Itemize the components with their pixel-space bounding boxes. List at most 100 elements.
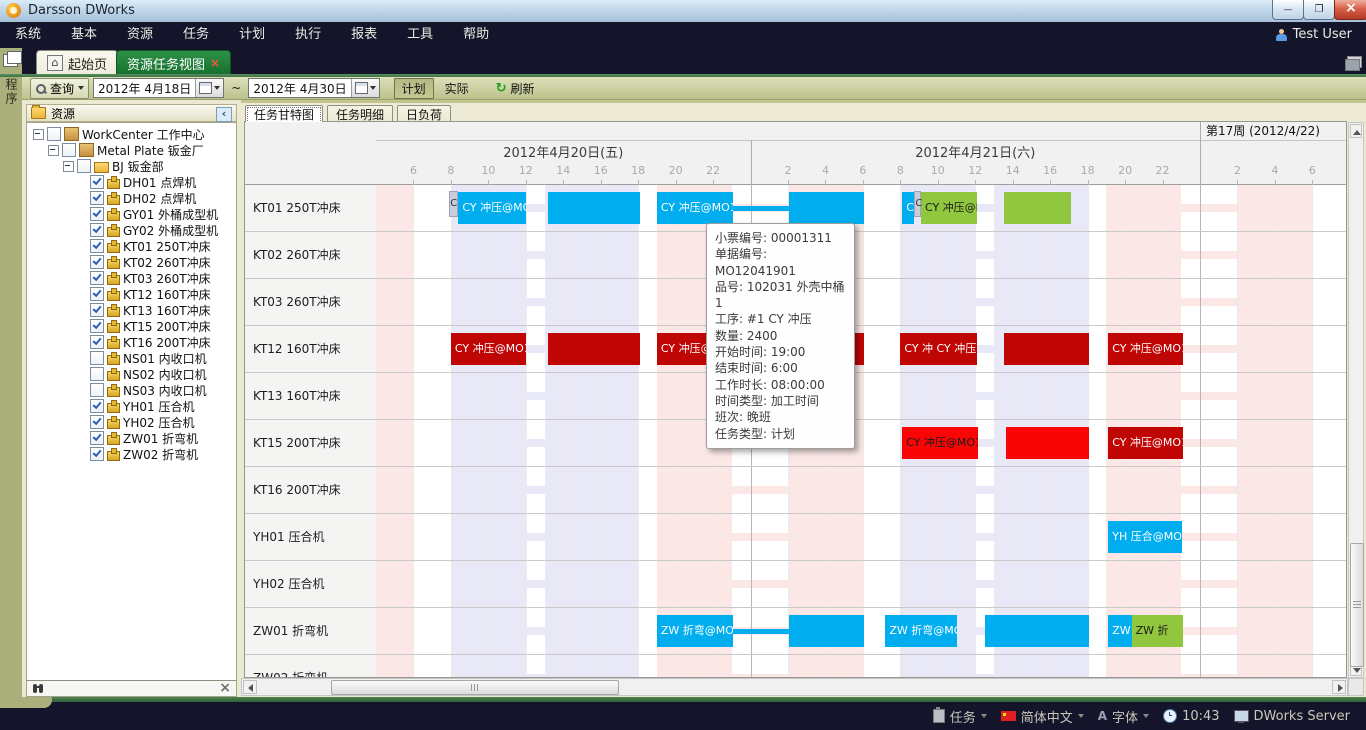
task-bar[interactable]: CY 冲压@MO1 (1108, 333, 1183, 365)
window-list-icon[interactable] (1347, 56, 1362, 68)
tree-expander-icon[interactable] (48, 145, 59, 156)
tree-checkbox[interactable] (90, 399, 104, 413)
chevron-down-icon[interactable] (1078, 714, 1084, 718)
task-bar[interactable]: CY 冲 CY 冲压@MO12041904 (900, 333, 977, 365)
pages-icon[interactable] (3, 54, 18, 67)
query-dropdown-icon[interactable] (78, 86, 84, 90)
tree-item[interactable]: NS02 内收口机 (27, 366, 236, 382)
tree-item[interactable]: KT15 200T冲床 (27, 318, 236, 334)
tree-checkbox[interactable] (90, 319, 104, 333)
status-item-4[interactable]: 10:43 (1163, 709, 1219, 724)
vertical-scroll-thumb[interactable] (1350, 543, 1364, 667)
task-bar[interactable]: YH 压合@MO1 (1108, 521, 1182, 553)
task-bar[interactable] (1004, 333, 1089, 365)
tree-checkbox[interactable] (62, 143, 76, 157)
menu-item-9[interactable]: 帮助 (448, 22, 504, 48)
task-bar[interactable]: ZW (1108, 615, 1131, 647)
date-to-field[interactable]: 2012年 4月30日 (248, 78, 379, 98)
tree-checkbox[interactable] (90, 287, 104, 301)
tree-item[interactable]: WorkCenter 工作中心 (27, 126, 236, 142)
status-item-5[interactable]: DWorks Server (1234, 709, 1350, 724)
task-bar[interactable]: CY 冲压@MO12041902 (921, 192, 977, 224)
tree-item[interactable]: KT03 260T冲床 (27, 270, 236, 286)
chevron-down-icon[interactable] (981, 714, 987, 718)
tab-close-icon[interactable] (210, 56, 220, 70)
task-bar[interactable] (985, 615, 1090, 647)
plan-toggle-button[interactable]: 计划 (394, 78, 434, 99)
task-bar[interactable] (1006, 427, 1089, 459)
tree-item[interactable]: DH02 点焊机 (27, 190, 236, 206)
dock-strip-label[interactable]: 程序 (3, 78, 20, 106)
scroll-left-button[interactable] (243, 680, 257, 694)
task-bar[interactable]: CY 冲压@MO12041901 (458, 192, 525, 224)
tree-checkbox[interactable] (90, 239, 104, 253)
tree-checkbox[interactable] (90, 223, 104, 237)
task-bar[interactable] (548, 192, 640, 224)
task-bar[interactable] (789, 615, 864, 647)
close-button[interactable] (1334, 0, 1366, 20)
menu-item-4[interactable]: 任务 (168, 22, 224, 48)
menu-item-1[interactable]: 系统 (0, 22, 56, 48)
query-button[interactable]: 查询 (30, 78, 89, 99)
tree-checkbox[interactable] (90, 335, 104, 349)
tree-item[interactable]: GY01 外桶成型机 (27, 206, 236, 222)
tree-checkbox[interactable] (90, 207, 104, 221)
task-bar[interactable]: ZW 折弯@MO12041901 (657, 615, 733, 647)
task-bar[interactable]: CY 冲压@MO12041904 (451, 333, 526, 365)
date-to-calendar-button[interactable] (351, 79, 379, 97)
task-bar[interactable]: CY 冲压@MO12041901 (657, 192, 733, 224)
menu-item-7[interactable]: 报表 (336, 22, 392, 48)
tree-checkbox[interactable] (90, 255, 104, 269)
tree-item[interactable]: YH02 压合机 (27, 414, 236, 430)
tab-home-page[interactable]: 起始页 (36, 50, 118, 75)
tree-expander-icon[interactable] (33, 129, 44, 140)
task-bar[interactable]: CY 冲压@MO1 (1108, 427, 1183, 459)
tree-checkbox[interactable] (90, 271, 104, 285)
tree-item[interactable]: ZW01 折弯机 (27, 430, 236, 446)
refresh-button[interactable]: 刷新 (490, 79, 541, 98)
tree-item[interactable]: KT16 200T冲床 (27, 334, 236, 350)
close-icon[interactable] (219, 681, 231, 696)
tree-checkbox[interactable] (90, 383, 104, 397)
tree-checkbox[interactable] (90, 191, 104, 205)
menu-item-8[interactable]: 工具 (392, 22, 448, 48)
restore-button[interactable] (1303, 0, 1335, 20)
task-bar[interactable]: C (902, 192, 914, 224)
horizontal-scrollbar[interactable] (241, 678, 1348, 696)
tree-checkbox[interactable] (77, 159, 91, 173)
menu-item-2[interactable]: 基本 (56, 22, 112, 48)
status-item-2[interactable]: 简体中文 (1001, 707, 1084, 726)
tree-item[interactable]: ZW02 折弯机 (27, 446, 236, 462)
tree-item[interactable]: KT13 160T冲床 (27, 302, 236, 318)
menu-item-3[interactable]: 资源 (112, 22, 168, 48)
scroll-right-button[interactable] (1332, 680, 1346, 694)
tree-item[interactable]: NS01 内收口机 (27, 350, 236, 366)
tree-item[interactable]: BJ 钣金部 (27, 158, 236, 174)
find-icon[interactable] (33, 684, 37, 693)
task-bar[interactable]: CY 冲压@MO12041903 (902, 427, 978, 459)
date-from-field[interactable]: 2012年 4月18日 (93, 78, 224, 98)
tree-item[interactable]: Metal Plate 钣金厂 (27, 142, 236, 158)
menu-item-6[interactable]: 执行 (280, 22, 336, 48)
task-bar[interactable] (789, 192, 864, 224)
task-bar[interactable]: ZW 折 (1132, 615, 1183, 647)
scroll-up-button[interactable] (1350, 124, 1362, 138)
tree-expander-icon[interactable] (63, 161, 74, 172)
status-item-3[interactable]: 字体 (1098, 707, 1149, 726)
tab-resource-task-view[interactable]: 资源任务视图 (116, 50, 231, 75)
date-from-calendar-button[interactable] (195, 79, 223, 97)
status-item-1[interactable]: 任务 (933, 707, 987, 726)
menu-item-5[interactable]: 计划 (224, 22, 280, 48)
tree-checkbox[interactable] (90, 303, 104, 317)
tree-item[interactable]: KT12 160T冲床 (27, 286, 236, 302)
chevron-down-icon[interactable] (1143, 714, 1149, 718)
tree-checkbox[interactable] (90, 351, 104, 365)
tree-checkbox[interactable] (90, 175, 104, 189)
vertical-scrollbar[interactable] (1348, 122, 1364, 678)
task-bar[interactable] (1004, 192, 1070, 224)
tree-checkbox[interactable] (47, 127, 61, 141)
tree-item[interactable]: YH01 压合机 (27, 398, 236, 414)
tree-item[interactable]: KT01 250T冲床 (27, 238, 236, 254)
tree-checkbox[interactable] (90, 447, 104, 461)
tree-item[interactable]: GY02 外桶成型机 (27, 222, 236, 238)
